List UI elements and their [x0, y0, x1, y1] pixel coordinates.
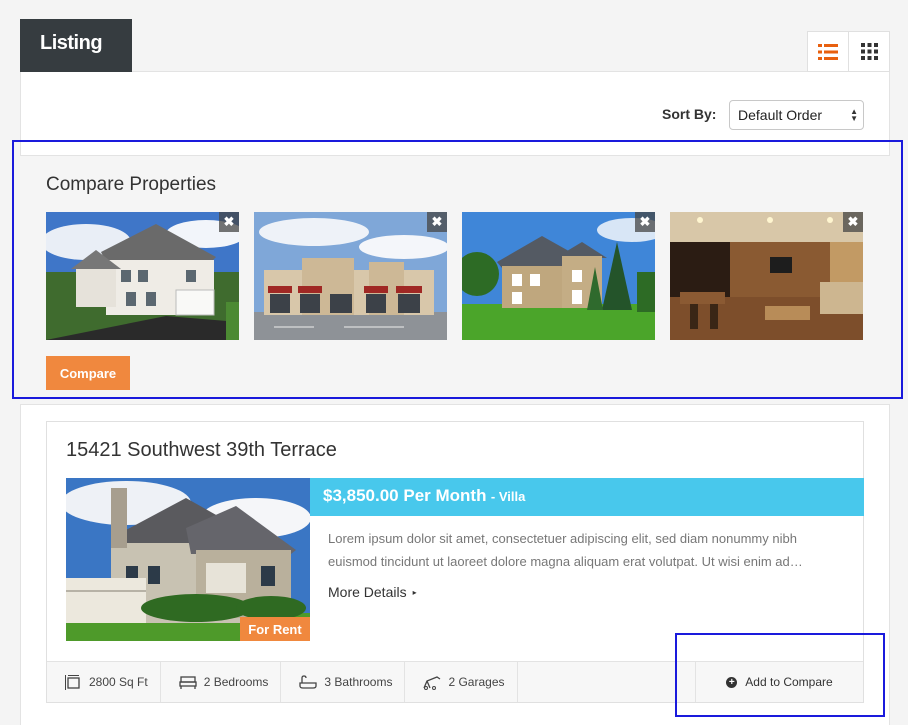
add-to-compare-button[interactable]: + Add to Compare: [695, 662, 863, 702]
property-type: - Villa: [490, 489, 526, 504]
feature-area-label: 2800 Sq Ft: [89, 675, 148, 689]
for-rent-badge: For Rent: [240, 617, 310, 641]
remove-compare-icon[interactable]: ✖: [427, 212, 447, 232]
price-bar: $3,850.00 Per Month - Villa: [310, 478, 864, 516]
house-photo: [46, 212, 239, 340]
listing-tab: Listing: [20, 19, 132, 72]
commercial-building-photo: [254, 212, 447, 340]
area-icon: [65, 674, 80, 690]
caret-right-icon: ▸: [412, 588, 417, 597]
remove-compare-icon[interactable]: ✖: [219, 212, 239, 232]
grid-view-button[interactable]: [848, 31, 890, 72]
compare-thumbnail-4[interactable]: ✖: [670, 212, 863, 340]
plus-circle-icon: +: [726, 676, 738, 688]
compare-thumbnail-2[interactable]: ✖: [254, 212, 447, 340]
more-details-label: More Details: [328, 584, 407, 600]
sort-select[interactable]: Default Order ▲ ▼: [729, 100, 864, 130]
add-to-compare-label: Add to Compare: [745, 675, 833, 689]
bathtub-icon: [299, 674, 318, 689]
feature-garages-label: 2 Garages: [448, 675, 505, 689]
property-image[interactable]: For Rent: [66, 478, 310, 641]
garage-icon: [423, 675, 441, 690]
bed-icon: [179, 675, 197, 689]
feature-garages: 2 Garages: [405, 662, 518, 702]
list-view-icon: [818, 43, 838, 60]
sort-label: Sort By:: [662, 106, 717, 122]
compare-button[interactable]: Compare: [46, 356, 130, 390]
more-details-link[interactable]: More Details ▸: [328, 584, 417, 600]
select-arrows-icon: ▲ ▼: [850, 107, 858, 123]
feature-bedrooms: 2 Bedrooms: [161, 662, 282, 702]
remove-compare-icon[interactable]: ✖: [635, 212, 655, 232]
feature-area: 2800 Sq Ft: [47, 662, 161, 702]
feature-bathrooms-label: 3 Bathrooms: [324, 675, 393, 689]
compare-thumbnail-3[interactable]: ✖: [462, 212, 655, 340]
feature-bedrooms-label: 2 Bedrooms: [203, 675, 269, 689]
compare-thumbnail-1[interactable]: ✖: [46, 212, 239, 340]
living-room-photo: [670, 212, 863, 340]
grid-view-icon: [860, 43, 878, 60]
feature-bathrooms: 3 Bathrooms: [281, 662, 406, 702]
sort-select-value: Default Order: [738, 107, 823, 123]
compare-title: Compare Properties: [46, 174, 217, 195]
property-title[interactable]: 15421 Southwest 39th Terrace: [66, 439, 337, 462]
property-price: $3,850.00 Per Month: [323, 486, 487, 505]
stone-house-photo: [462, 212, 655, 340]
remove-compare-icon[interactable]: ✖: [843, 212, 863, 232]
property-description: Lorem ipsum dolor sit amet, consectetuer…: [328, 531, 803, 569]
list-view-button[interactable]: [807, 31, 849, 72]
